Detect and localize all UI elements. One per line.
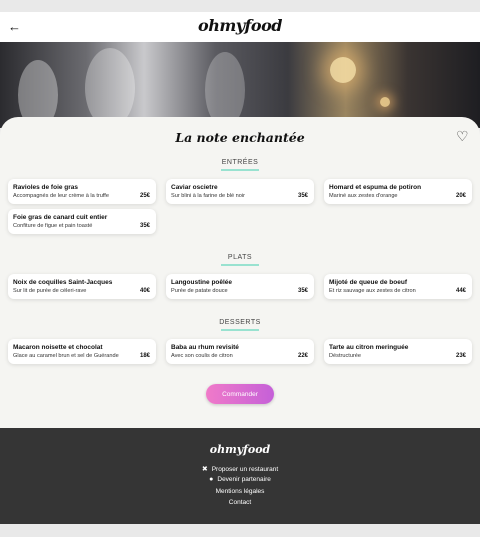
dish-price: 40€ [139, 288, 150, 294]
section-underline [221, 329, 259, 331]
dish-name: Mijoté de queue de boeuf [329, 279, 408, 286]
dish-name: Caviar oscietre [171, 184, 218, 191]
footer-link-label: Contact [228, 499, 252, 506]
section-title-text: PLATS [227, 254, 253, 261]
dish-description: Sur lit de purée de céleri-rave [13, 288, 87, 294]
heart-outline-icon[interactable]: ♡ [456, 128, 469, 144]
dish-name: Tarte au citron meringuée [329, 344, 409, 351]
section-title-desserts: DESSERTS [0, 319, 480, 331]
restaurant-title: La note enchantée [175, 130, 305, 145]
header-logo[interactable]: ohmyfood [0, 16, 480, 35]
dish-name: Macaron noisette et chocolat [13, 344, 103, 351]
section-title-plats: PLATS [0, 254, 480, 266]
section-title-text: DESSERTS [219, 319, 261, 326]
site-footer: ohmyfood ✖ Proposer un restaurant ● Deveni… [0, 428, 480, 524]
utensils-icon: ✖ [201, 466, 208, 473]
footer-link-label: Devenir partenaire [217, 476, 271, 483]
menu-item-card[interactable]: Homard et espuma de potiron Mariné aux z… [324, 179, 472, 204]
dish-name: Homard et espuma de potiron [329, 184, 422, 191]
dish-price: 35€ [297, 288, 308, 294]
footer-link-label: Proposer un restaurant [211, 466, 279, 473]
menu-item-card[interactable]: Baba au rhum revisité Avec son coulis de… [166, 339, 314, 364]
dish-price: 25€ [139, 193, 150, 199]
dish-description: Confiture de figue et pain toasté [13, 223, 93, 229]
menu-item-card[interactable]: Langoustine poêlée Purée de patate douce… [166, 274, 314, 299]
dish-price: 35€ [139, 223, 150, 229]
hero-image [0, 42, 480, 128]
dish-name: Baba au rhum revisité [171, 344, 239, 351]
footer-link-propose[interactable]: ✖ Proposer un restaurant [0, 465, 480, 473]
handshake-icon: ● [209, 476, 214, 483]
dish-description: Accompagnés de leur crème à la truffe [13, 193, 109, 199]
dish-name: Ravioles de foie gras [13, 184, 79, 191]
menu-item-card[interactable]: Tarte au citron meringuée Déstructurée 2… [324, 339, 472, 364]
browser-top-strip [0, 0, 480, 12]
order-button[interactable]: Commander [206, 384, 274, 404]
site-header: ← ohmyfood [0, 12, 480, 42]
dish-description: Et riz sauvage aux zestes de citron [329, 288, 416, 294]
dish-description: Sur blini à la farine de blé noir [171, 193, 246, 199]
menu-item-card[interactable]: Macaron noisette et chocolat Glace au ca… [8, 339, 156, 364]
menu-item-card[interactable]: Foie gras de canard cuit entier Confitur… [8, 209, 156, 234]
footer-link-contact[interactable]: Contact [0, 499, 480, 506]
menu-item-card[interactable]: Caviar oscietre Sur blini à la farine de… [166, 179, 314, 204]
dish-price: 22€ [297, 353, 308, 359]
footer-link-label: Mentions légales [215, 488, 265, 495]
menu-panel: La note enchantée ♡ ENTRÉES Ravioles de … [0, 117, 480, 428]
dish-description: Avec son coulis de citron [171, 353, 233, 359]
section-title-text: ENTRÉES [221, 159, 259, 166]
dish-price: 44€ [455, 288, 466, 294]
menu-item-card[interactable]: Ravioles de foie gras Accompagnés de leu… [8, 179, 156, 204]
dish-price: 23€ [455, 353, 466, 359]
dish-description: Mariné aux zestes d'orange [329, 193, 398, 199]
dish-price: 20€ [455, 193, 466, 199]
menu-item-card[interactable]: Mijoté de queue de boeuf Et riz sauvage … [324, 274, 472, 299]
dish-name: Foie gras de canard cuit entier [13, 214, 108, 221]
section-underline [221, 169, 259, 171]
dish-name: Noix de coquilles Saint-Jacques [13, 279, 113, 286]
dish-description: Glace au caramel brun et sel de Guérande [13, 353, 119, 359]
dish-description: Déstructurée [329, 353, 362, 359]
dish-price: 18€ [139, 353, 150, 359]
dish-description: Purée de patate douce [171, 288, 228, 294]
hero-glass-highlight [85, 48, 135, 128]
footer-link-legal[interactable]: Mentions légales [0, 488, 480, 495]
section-title-entrees: ENTRÉES [0, 159, 480, 171]
menu-item-card[interactable]: Noix de coquilles Saint-Jacques Sur lit … [8, 274, 156, 299]
hero-candle-light [380, 97, 390, 107]
hero-candle-light [330, 57, 356, 83]
dish-price: 35€ [297, 193, 308, 199]
browser-bottom-strip [0, 524, 480, 537]
footer-link-partner[interactable]: ● Devenir partenaire [0, 476, 480, 483]
footer-logo[interactable]: ohmyfood [0, 443, 480, 456]
section-underline [221, 264, 259, 266]
dish-name: Langoustine poêlée [171, 279, 233, 286]
